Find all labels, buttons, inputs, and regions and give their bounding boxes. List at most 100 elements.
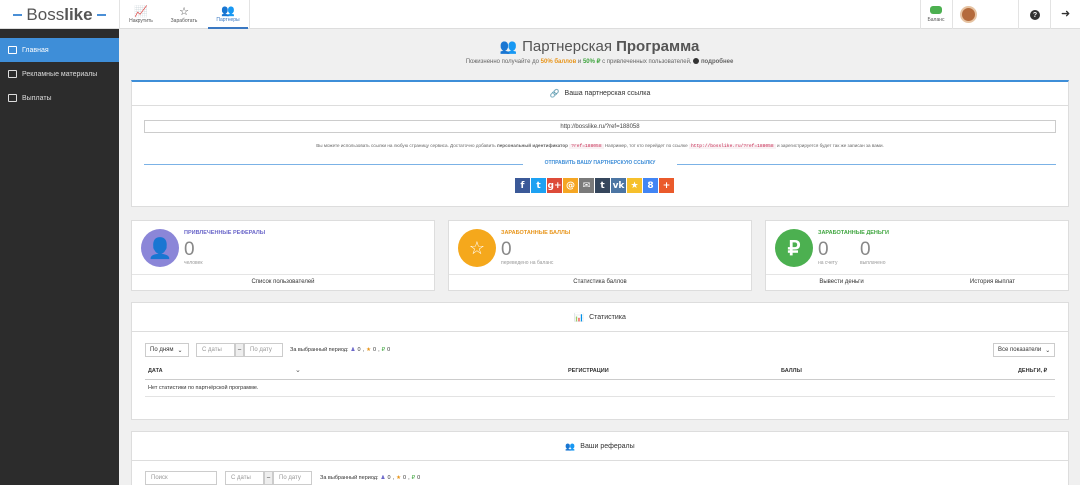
subtitle-money: 50% ₽ (582, 59, 601, 65)
period-label: За выбранный период: (320, 475, 379, 481)
title-bold: Программа (616, 38, 700, 55)
divider (119, 0, 120, 29)
period-summary: За выбранный период: ♟ 0, ★ 0, ₽0 (290, 347, 391, 353)
money-icon (8, 94, 17, 102)
referral-search-input[interactable]: Поиск (145, 471, 217, 485)
star-icon: ★ (366, 347, 371, 353)
sort-chevron-icon[interactable]: ⌄ (295, 366, 301, 374)
hint-code: ?ref=188058 (569, 144, 604, 149)
logout-icon[interactable]: ➜ (1061, 8, 1070, 20)
ruble-icon: ₽ (381, 347, 386, 353)
period-label: За выбранный период: (290, 347, 349, 353)
sidebar-item-main[interactable]: Главная (0, 38, 119, 62)
google-icon[interactable]: 8 (643, 178, 658, 193)
chevron-down-icon: ⌄ (1045, 347, 1051, 354)
date-to-input[interactable]: По дату (273, 471, 312, 485)
page-title: 👥 Партнерская Программа (119, 38, 1080, 55)
card-value: 0 (184, 239, 195, 260)
sidebar: Главная Рекламные материалы Выплаты (0, 29, 119, 485)
payout-history-link[interactable]: История выплат (917, 279, 1068, 285)
indicators-select[interactable]: Все показатели ⌄ (993, 343, 1055, 357)
ruble-icon: ₽ (775, 229, 813, 267)
user-icon: ♟ (380, 475, 386, 481)
tab-nakrutit[interactable]: 📈 Накрутить (121, 0, 161, 29)
twitter-icon[interactable]: t (531, 178, 546, 193)
statistics-panel: 📊 Статистика По дням ⌄ С даты – По дату … (131, 302, 1069, 420)
panel-title: Ваши рефералы (580, 442, 635, 450)
card-value-caption: на счету (818, 260, 838, 266)
user-icon: ♟ (350, 347, 356, 353)
facebook-icon[interactable]: f (515, 178, 530, 193)
col-registrations: РЕГИСТРАЦИИ (568, 368, 609, 374)
panel-header: 🔗 Ваша партнерская ссылка (132, 82, 1068, 106)
logo[interactable]: Bosslike (0, 0, 119, 29)
tab-zarabotat[interactable]: ☆ Заработать (164, 0, 204, 29)
card-points: ☆ ЗАРАБОТАННЫЕ БАЛЛЫ 0 переведено на бал… (448, 220, 752, 291)
panel-title: Ваша партнерская ссылка (564, 90, 651, 97)
share-label: ОТПРАВИТЬ ВАШУ ПАРТНЕРСКУЮ ССЫЛКУ (523, 160, 677, 169)
page-header: 👥 Партнерская Программа Пожизненно получ… (119, 38, 1080, 65)
referral-link-value: http://bosslike.ru/?ref=188058 (560, 123, 640, 130)
sidebar-item-payouts[interactable]: Выплаты (0, 86, 119, 110)
card-referrals: 👤 ПРИВЛЕЧЕННЫЕ РЕФЕРАЛЫ 0 человек Список… (131, 220, 435, 291)
user-list-link[interactable]: Список пользователей (132, 279, 434, 285)
add-icon[interactable]: + (659, 178, 674, 193)
balance-button[interactable]: Баланс (922, 4, 950, 26)
social-share-row: f t g+ @ ✉ t vk ★ 8 + (515, 178, 674, 193)
mail-ru-icon[interactable]: @ (563, 178, 578, 193)
card-value-balance: 0 (818, 239, 829, 260)
email-icon[interactable]: ✉ (579, 178, 594, 193)
date-to-input[interactable]: По дату (244, 343, 283, 357)
referral-link-panel: 🔗 Ваша партнерская ссылка http://bosslik… (131, 80, 1069, 207)
avatar[interactable] (960, 6, 977, 23)
hint-text: и зарегистрируется будет так же записан … (775, 143, 884, 148)
panel-title: Статистика (589, 313, 626, 321)
sidebar-item-ad-materials[interactable]: Рекламные материалы (0, 62, 119, 86)
referral-link-field[interactable]: http://bosslike.ru/?ref=188058 (144, 120, 1056, 133)
date-from-input[interactable]: С даты (196, 343, 235, 357)
googleplus-icon[interactable]: g+ (547, 178, 562, 193)
card-title: ЗАРАБОТАННЫЕ ДЕНЬГИ (818, 230, 889, 236)
card-value-caption: переведено на баланс (501, 260, 554, 266)
tab-label: Заработать (170, 17, 198, 24)
sidebar-item-label: Главная (22, 46, 49, 54)
divider (249, 0, 250, 29)
tumblr-icon[interactable]: t (595, 178, 610, 193)
date-from-input[interactable]: С даты (225, 471, 264, 485)
period-referrals: 0 (357, 347, 361, 353)
tab-partnery[interactable]: 👥 Партнеры (208, 0, 248, 29)
favorite-icon[interactable]: ★ (627, 178, 642, 193)
dashboard-icon (8, 46, 17, 54)
star-icon: ★ (396, 475, 401, 481)
divider (920, 0, 921, 29)
panel-header: 👥 Ваши рефералы (132, 432, 1068, 461)
tab-label: Накрутить (129, 17, 153, 24)
subtitle-text: и (576, 59, 583, 65)
subtitle-text: Пожизненно получайте до (465, 59, 541, 65)
hint-bold: персональный идентификатор (496, 143, 568, 148)
col-date[interactable]: ДАТА (148, 368, 163, 374)
page-subtitle: Пожизненно получайте до 50% баллов и 50%… (119, 58, 1080, 65)
date-range-separator: – (235, 343, 244, 357)
divider (449, 274, 751, 275)
users-icon: 👥 (565, 441, 576, 451)
points-stats-link[interactable]: Статистика баллов (449, 279, 751, 285)
empty-state-text: Нет статистики по партнёрской программе. (148, 385, 259, 391)
withdraw-link[interactable]: Вывести деньги (766, 279, 917, 285)
card-title: ПРИВЛЕЧЕННЫЕ РЕФЕРАЛЫ (184, 230, 266, 236)
question-icon[interactable]: ? (1030, 10, 1040, 20)
referrals-panel: 👥 Ваши рефералы Поиск С даты – По дату З… (131, 431, 1069, 485)
card-value: 0 (501, 239, 512, 260)
chart-icon: 📈 (134, 5, 148, 18)
star-icon: ☆ (179, 5, 189, 18)
more-link[interactable]: подробнее (701, 59, 733, 65)
divider (132, 274, 434, 275)
user-icon: 👤 (141, 229, 179, 267)
subtitle-text: с привлеченных пользователей, (600, 59, 692, 65)
card-title: ЗАРАБОТАННЫЕ БАЛЛЫ (501, 230, 571, 236)
table-header-divider (145, 379, 1055, 380)
period-select[interactable]: По дням ⌄ (145, 343, 189, 357)
vk-icon[interactable]: vk (611, 178, 626, 193)
col-points: БАЛЛЫ (781, 368, 802, 374)
col-money: ДЕНЬГИ, ₽ (1018, 368, 1048, 374)
